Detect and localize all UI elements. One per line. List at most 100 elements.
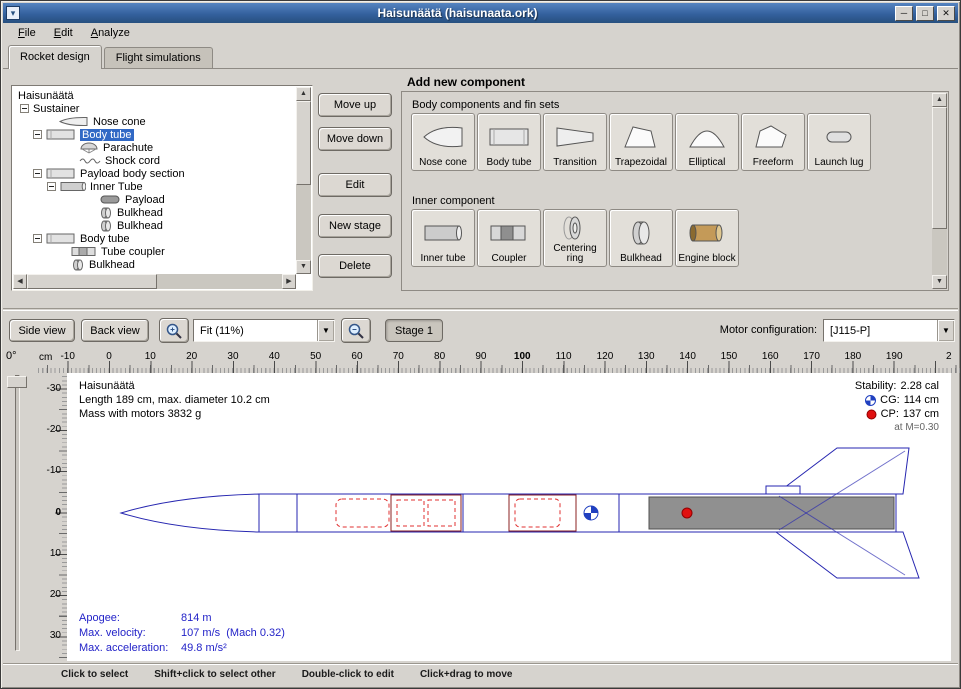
tree-item-label: Inner Tube (90, 181, 143, 193)
add-bulkhead-button[interactable]: Bulkhead (609, 209, 673, 267)
add-nose-cone-button[interactable]: Nose cone (411, 113, 475, 171)
palette-button-label: Centering ring (545, 244, 605, 264)
menu-file[interactable]: File (9, 25, 45, 41)
scroll-left-button[interactable]: ◀ (13, 274, 27, 289)
new-stage-button[interactable]: New stage (318, 214, 392, 238)
scroll-right-button[interactable]: ▶ (282, 274, 296, 289)
window-menu-icon[interactable]: ▾ (6, 6, 20, 20)
tab-rocket-design[interactable]: Rocket design (8, 45, 102, 69)
tree-item-bulkhead[interactable]: Bulkhead (13, 258, 296, 271)
back-view-button[interactable]: Back view (81, 319, 149, 342)
flight-stat-label: Max. velocity: (79, 626, 181, 641)
bulkhead-icon (99, 207, 113, 219)
add-freeform-fin-button[interactable]: Freeform (741, 113, 805, 171)
tree-item-bulkhead[interactable]: Bulkhead (13, 219, 296, 232)
add-transition-button[interactable]: Transition (543, 113, 607, 171)
ruler-label: 30 (50, 630, 61, 641)
tree-item-sustainer[interactable]: Sustainer (13, 102, 296, 115)
move-down-button[interactable]: Move down (318, 127, 392, 151)
tree-item-parachute[interactable]: Parachute (13, 141, 296, 154)
tree-item-payload-body-section[interactable]: Payload body section (13, 167, 296, 180)
splitter[interactable] (3, 308, 958, 311)
minimize-button[interactable]: ─ (895, 6, 913, 21)
tree-item-label: Bulkhead (117, 220, 163, 232)
add-trapezoidal-fin-button[interactable]: Trapezoidal (609, 113, 673, 171)
stability-row: Stability: 2.28 cal (855, 379, 939, 393)
add-centering-ring-button[interactable]: Centering ring (543, 209, 607, 267)
inner-tube-icon (60, 181, 86, 192)
palette-button-label: Coupler (491, 254, 526, 264)
scroll-down-button[interactable]: ▼ (296, 260, 311, 274)
tree-item-body-tube[interactable]: Body tube (13, 232, 296, 245)
cp-marker (682, 508, 692, 518)
delete-button[interactable]: Delete (318, 254, 392, 278)
menu-edit[interactable]: Edit (45, 25, 82, 41)
horizontal-ruler-labels: -100102030405060708090100110120130140150… (47, 351, 915, 362)
flight-stat-row: Max. acceleration: 49.8 m/s² (79, 641, 285, 656)
component-tree[interactable]: Haisunäätä Sustainer Nose cone Body tube… (13, 87, 296, 274)
rotation-slider-track[interactable] (15, 375, 20, 651)
side-view-button[interactable]: Side view (9, 319, 75, 342)
component-tree-panel: Haisunäätä Sustainer Nose cone Body tube… (11, 85, 313, 291)
magnifier-minus-icon (347, 322, 365, 340)
move-up-button[interactable]: Move up (318, 93, 392, 117)
edit-button[interactable]: Edit (318, 173, 392, 197)
close-button[interactable]: ✕ (937, 6, 955, 21)
cg-label: CG: (880, 393, 900, 407)
add-elliptical-fin-button[interactable]: Elliptical (675, 113, 739, 171)
tree-vertical-scrollbar[interactable]: ▲ ▼ (296, 87, 311, 274)
tree-item-payload[interactable]: Payload (13, 193, 296, 206)
tree-horizontal-scrollbar[interactable]: ◀ ▶ (13, 274, 296, 289)
ruler-label: 180 (832, 351, 873, 362)
zoom-level-select[interactable]: Fit (11%) ▼ (193, 319, 335, 342)
nose-cone-icon (421, 123, 465, 151)
palette-group-label: Body components and fin sets (412, 99, 559, 111)
add-coupler-button[interactable]: Coupler (477, 209, 541, 267)
scroll-thumb[interactable] (27, 274, 157, 289)
tree-item-shock-cord[interactable]: Shock cord (13, 154, 296, 167)
scroll-thumb[interactable] (296, 101, 311, 185)
tree-collapse-icon[interactable] (33, 169, 42, 178)
tabstrip: Rocket design Flight simulations (3, 43, 958, 69)
add-inner-tube-button[interactable]: Inner tube (411, 209, 475, 267)
palette-row-inner-components: Inner tube Coupler Centering ring Bulkhe… (411, 209, 739, 267)
motor-configuration-select[interactable]: [J115-P] ▼ (823, 319, 955, 342)
tree-item-label: Haisunäätä (18, 90, 74, 102)
launch-lug-shape[interactable] (766, 486, 800, 494)
tree-item-label: Payload body section (80, 168, 185, 180)
tree-collapse-icon[interactable] (20, 104, 29, 113)
rotation-slider-handle[interactable] (7, 376, 27, 388)
tree-item-inner-tube[interactable]: Inner Tube (13, 180, 296, 193)
add-body-tube-button[interactable]: Body tube (477, 113, 541, 171)
tree-item-rocket[interactable]: Haisunäätä (13, 89, 296, 102)
tree-collapse-icon[interactable] (33, 130, 42, 139)
tree-item-bulkhead[interactable]: Bulkhead (13, 206, 296, 219)
palette-button-label: Bulkhead (620, 254, 662, 264)
add-launch-lug-button[interactable]: Launch lug (807, 113, 871, 171)
maximize-button[interactable]: □ (916, 6, 934, 21)
chevron-down-icon[interactable]: ▼ (317, 320, 334, 341)
tree-item-body-tube[interactable]: Body tube (13, 128, 296, 141)
scroll-up-button[interactable]: ▲ (296, 87, 311, 101)
tree-collapse-icon[interactable] (33, 234, 42, 243)
tree-item-tube-coupler[interactable]: Tube coupler (13, 245, 296, 258)
component-palette: Body components and fin sets Nose cone B… (401, 91, 949, 291)
zoom-out-button[interactable] (341, 318, 371, 343)
scroll-down-button[interactable]: ▼ (932, 275, 947, 289)
add-engine-block-button[interactable]: Engine block (675, 209, 739, 267)
zoom-in-button[interactable] (159, 318, 189, 343)
tree-collapse-icon[interactable] (47, 182, 56, 191)
stage-1-toggle[interactable]: Stage 1 (385, 319, 443, 342)
tab-flight-simulations[interactable]: Flight simulations (104, 47, 213, 68)
body-tube-icon (46, 233, 76, 244)
menu-analyze[interactable]: Analyze (82, 25, 139, 41)
palette-button-label: Launch lug (815, 158, 864, 168)
tree-item-nose-cone[interactable]: Nose cone (13, 115, 296, 128)
nose-cone-shape[interactable] (121, 494, 259, 532)
scroll-thumb[interactable] (932, 107, 947, 229)
magnifier-plus-icon (165, 322, 183, 340)
palette-vertical-scrollbar[interactable]: ▲ ▼ (932, 93, 947, 289)
rocket-canvas[interactable]: Haisunäätä Length 189 cm, max. diameter … (67, 373, 951, 661)
chevron-down-icon[interactable]: ▼ (937, 320, 954, 341)
scroll-up-button[interactable]: ▲ (932, 93, 947, 107)
